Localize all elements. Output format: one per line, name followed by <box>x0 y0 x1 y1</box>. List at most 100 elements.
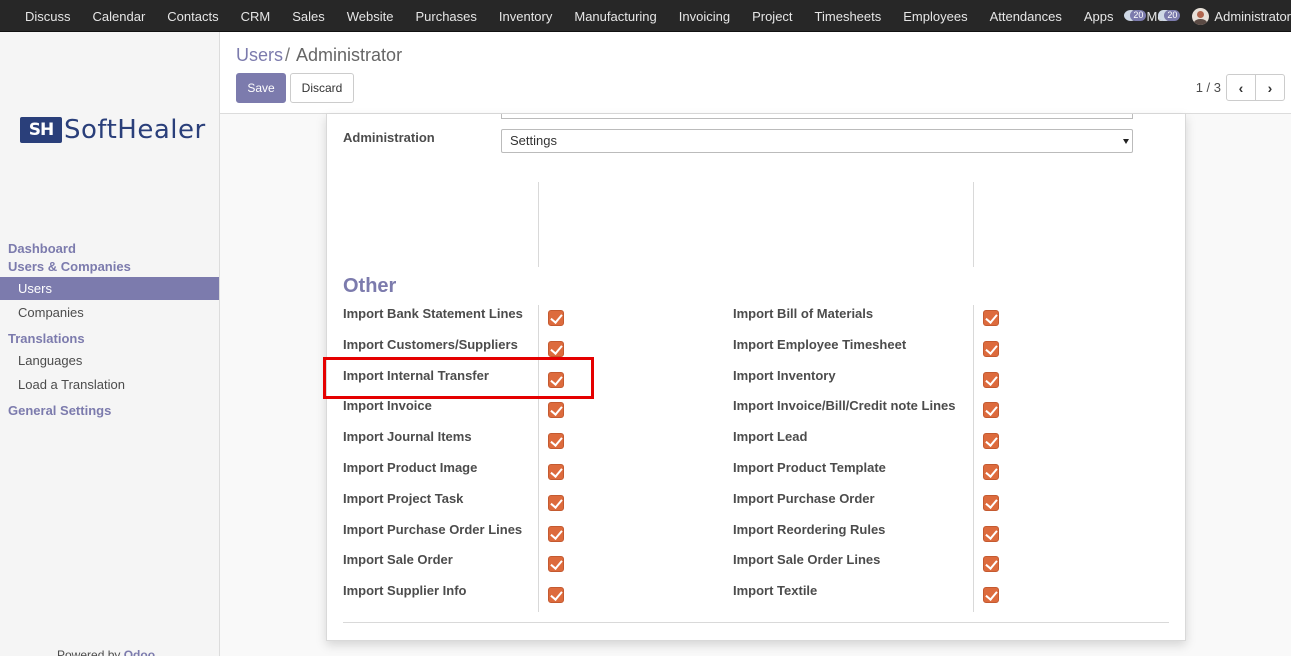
access-right-label: Import Bill of Materials <box>733 306 874 321</box>
highlight-box <box>323 357 594 399</box>
access-right-checkbox[interactable] <box>548 587 564 604</box>
app-menu: Discuss Calendar Contacts CRM Sales Webs… <box>14 0 1211 32</box>
access-right-label: Import Sale Order Lines <box>733 552 881 568</box>
access-right-checkbox[interactable] <box>548 402 564 419</box>
access-right-checkbox[interactable] <box>983 556 999 573</box>
access-right-label: Import Purchase Order Lines <box>343 521 523 537</box>
user-name: Administrator <box>1214 8 1291 24</box>
access-right-checkbox[interactable] <box>548 433 564 450</box>
access-right-label: Import Product Image <box>343 460 478 475</box>
menu-timesheets[interactable]: Timesheets <box>804 9 893 24</box>
messages-button[interactable]: 20 <box>1158 6 1182 26</box>
pager-next-button[interactable]: › <box>1255 74 1285 101</box>
access-right-checkbox[interactable] <box>983 494 999 511</box>
access-right-checkbox[interactable] <box>983 402 999 419</box>
access-right-label: Import Sale Order <box>343 552 453 568</box>
messages-count-badge: 20 <box>1164 10 1181 21</box>
logo-text: SoftHealer <box>64 115 206 145</box>
access-right-label: Import Supplier Info <box>343 583 467 599</box>
access-right-checkbox[interactable] <box>983 371 999 388</box>
control-panel: Users / Administrator Save Discard 1 / 3 ‹… <box>220 32 1291 114</box>
sidebar-item-users[interactable]: Users <box>0 277 219 300</box>
menu-discuss[interactable]: Discuss <box>14 9 82 24</box>
access-right-checkbox[interactable] <box>548 556 564 573</box>
access-right-checkbox[interactable] <box>548 310 564 326</box>
access-right-label: Import Employee Timesheet <box>733 336 907 352</box>
access-right-checkbox[interactable] <box>983 464 999 480</box>
access-right-checkbox[interactable] <box>548 464 564 480</box>
sidebar-category-users-companies[interactable]: Users & Companies <box>0 258 219 276</box>
menu-apps[interactable]: Apps <box>1073 9 1125 24</box>
section-title-other: Other <box>343 275 397 297</box>
access-right-checkbox[interactable] <box>983 587 999 604</box>
column-divider <box>973 182 974 267</box>
sidebar-item-general-settings[interactable]: General Settings <box>0 402 219 420</box>
divider <box>343 622 1169 623</box>
pager-previous-button[interactable]: ‹ <box>1226 74 1256 101</box>
company-logo: SH SoftHealer <box>20 115 206 145</box>
sidebar-category-translations[interactable]: Translations <box>0 330 219 348</box>
access-right-checkbox[interactable] <box>983 310 999 326</box>
sidebar: SH SoftHealer Dashboard Users & Companie… <box>0 32 220 656</box>
breadcrumb-current: Administrator <box>296 45 403 65</box>
top-navbar: Discuss Calendar Contacts CRM Sales Webs… <box>0 0 1291 32</box>
menu-calendar[interactable]: Calendar <box>82 9 157 24</box>
breadcrumb: Users / Administrator <box>236 45 402 66</box>
access-right-label: Import Bank Statement Lines <box>343 306 523 321</box>
access-right-checkbox[interactable] <box>548 340 564 357</box>
column-divider <box>973 305 974 612</box>
breadcrumb-separator: / <box>285 45 291 65</box>
powered-by: Powered by Odoo <box>57 648 155 656</box>
discard-button[interactable]: Discard <box>290 73 354 103</box>
sidebar-item-dashboard[interactable]: Dashboard <box>0 240 219 258</box>
access-right-checkbox[interactable] <box>983 525 999 542</box>
menu-attendances[interactable]: Attendances <box>979 9 1073 24</box>
access-right-label: Import Customers/Suppliers <box>343 336 518 352</box>
activity-count-badge: 20 <box>1130 10 1147 21</box>
menu-inventory[interactable]: Inventory <box>488 9 563 24</box>
menu-project[interactable]: Project <box>741 9 803 24</box>
menu-sales[interactable]: Sales <box>281 9 336 24</box>
breadcrumb-users[interactable]: Users <box>236 45 283 65</box>
sidebar-item-companies[interactable]: Companies <box>0 301 219 324</box>
menu-employees[interactable]: Employees <box>892 9 978 24</box>
access-right-label: Import Textile <box>733 583 818 599</box>
access-right-checkbox[interactable] <box>983 433 999 450</box>
odoo-link[interactable]: Odoo <box>124 648 155 656</box>
column-divider <box>538 305 539 612</box>
systray: 20 20 Administrator <box>1124 0 1291 32</box>
administration-select[interactable]: Settings <box>501 129 1133 153</box>
administration-label: Administration <box>343 130 435 145</box>
avatar <box>1192 7 1210 25</box>
sidebar-item-load-translation[interactable]: Load a Translation <box>0 373 219 396</box>
sidebar-nav: Dashboard Users & Companies Users Compan… <box>0 240 219 420</box>
activity-button[interactable]: 20 <box>1124 6 1148 26</box>
access-right-label: Import Project Task <box>343 490 464 506</box>
access-right-label: Import Inventory <box>733 367 836 383</box>
save-button[interactable]: Save <box>236 73 286 103</box>
pager-value[interactable]: 1 / 3 <box>1196 80 1221 95</box>
chevron-left-icon: ‹ <box>1238 79 1244 96</box>
partial-select-above[interactable] <box>501 114 1133 119</box>
menu-contacts[interactable]: Contacts <box>156 9 229 24</box>
menu-invoicing[interactable]: Invoicing <box>668 9 741 24</box>
access-right-checkbox[interactable] <box>548 494 564 511</box>
access-right-label: Import Reordering Rules <box>733 521 886 537</box>
menu-crm[interactable]: CRM <box>230 9 282 24</box>
access-right-label: Import Product Template <box>733 460 886 475</box>
sidebar-item-languages[interactable]: Languages <box>0 349 219 372</box>
caret-down-icon <box>1123 139 1129 144</box>
access-right-checkbox[interactable] <box>548 525 564 542</box>
access-right-checkbox[interactable] <box>983 340 999 357</box>
menu-purchases[interactable]: Purchases <box>404 9 487 24</box>
access-right-label: Import Journal Items <box>343 429 472 445</box>
access-right-label: Import Lead <box>733 429 808 445</box>
chevron-right-icon: › <box>1267 79 1273 96</box>
administration-select-value: Settings <box>510 133 557 148</box>
column-divider <box>538 182 539 267</box>
menu-manufacturing[interactable]: Manufacturing <box>563 9 667 24</box>
powered-by-prefix: Powered by <box>57 648 121 656</box>
access-right-label: Import Invoice/Bill/Credit note Lines <box>733 398 956 414</box>
menu-website[interactable]: Website <box>336 9 405 24</box>
user-menu[interactable]: Administrator <box>1192 7 1291 25</box>
